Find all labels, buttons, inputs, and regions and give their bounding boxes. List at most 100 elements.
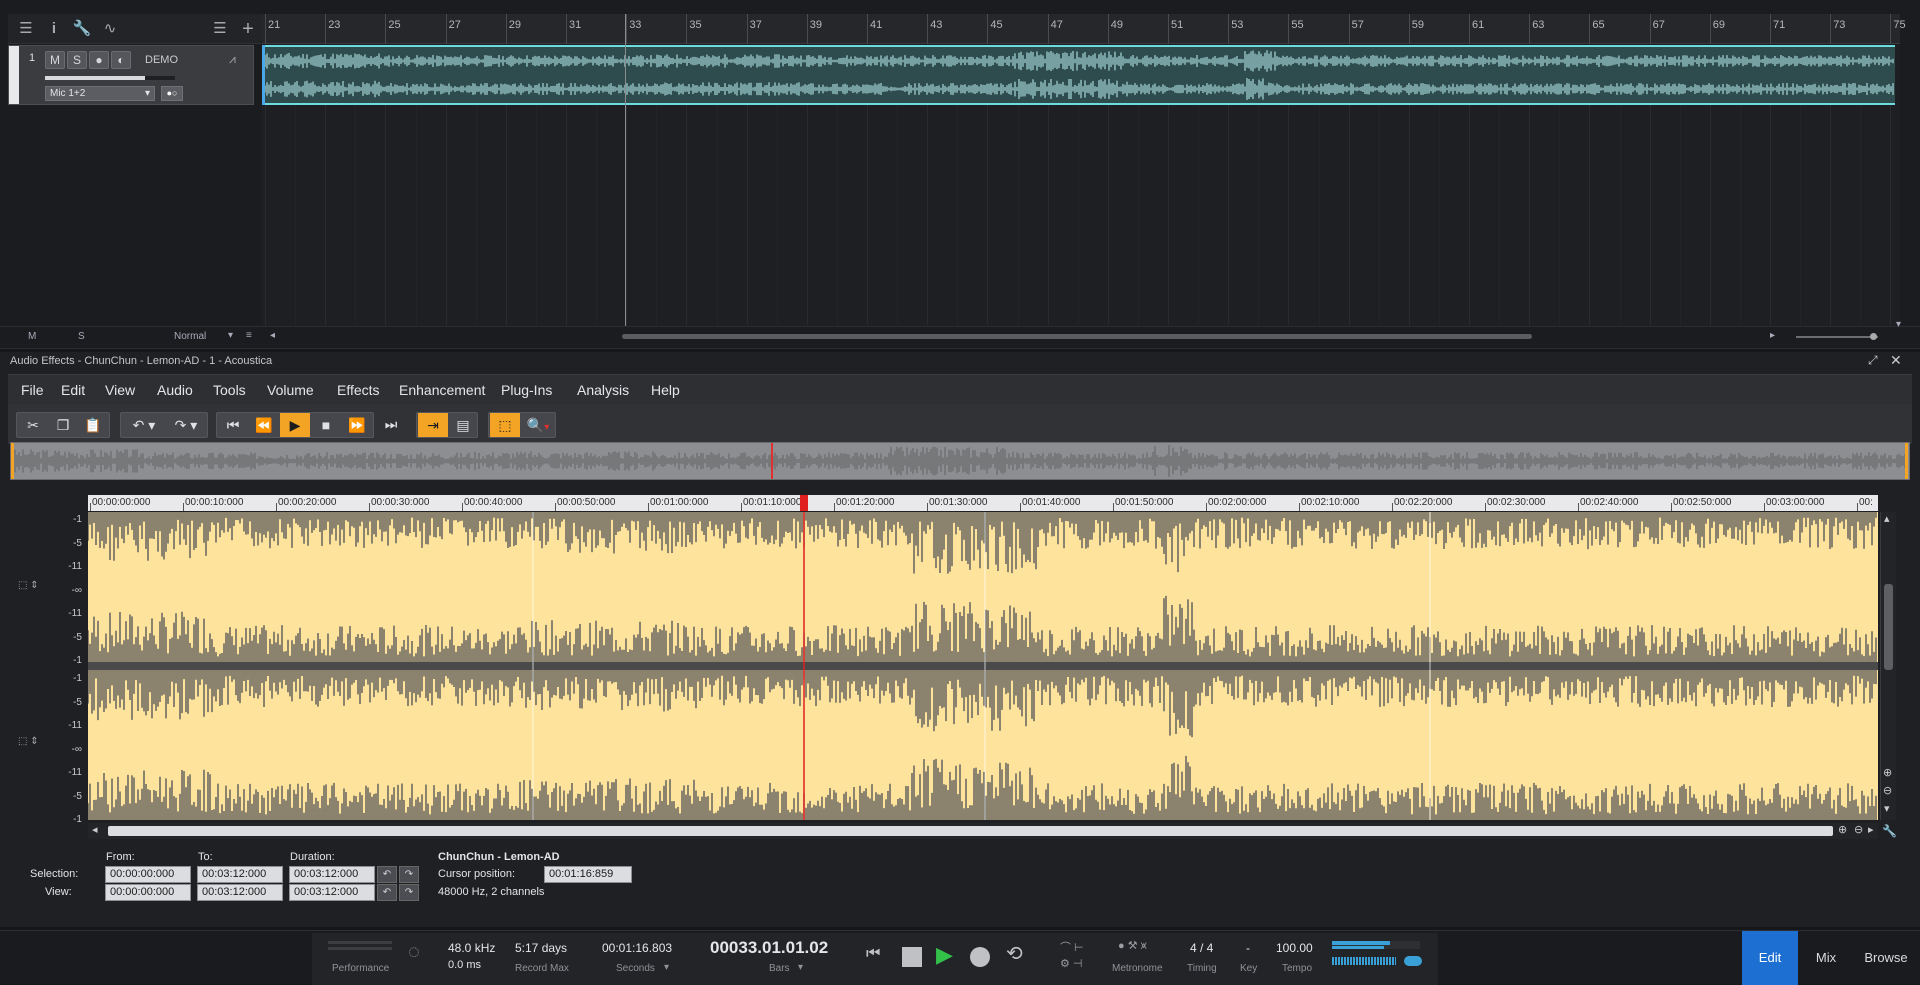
audio-clip[interactable] bbox=[265, 45, 1895, 105]
nav-edit[interactable]: Edit bbox=[1742, 931, 1798, 985]
menu-plugins[interactable]: Plug-Ins bbox=[501, 382, 552, 398]
scroll-down-icon[interactable]: ▾ bbox=[1884, 802, 1890, 815]
return-to-start-icon[interactable]: ⏮ bbox=[866, 945, 880, 963]
scroll-right-icon[interactable]: ▸ bbox=[1868, 823, 1874, 836]
selection-to-field[interactable]: 00:03:12:000 bbox=[197, 866, 283, 883]
metronome-icon[interactable]: ● ⚒ ⩙ bbox=[1118, 939, 1147, 953]
master-volume-slider[interactable] bbox=[1332, 957, 1396, 965]
menu-analysis[interactable]: Analysis bbox=[577, 382, 629, 398]
key-label[interactable]: Key bbox=[1240, 963, 1257, 974]
menu-enhancement[interactable]: Enhancement bbox=[399, 382, 485, 398]
mute-button[interactable]: M bbox=[45, 51, 65, 69]
solo-button[interactable]: S bbox=[67, 51, 87, 69]
selection-redo-button[interactable]: ↷ bbox=[399, 866, 419, 883]
mode-select[interactable]: Normal bbox=[174, 331, 206, 342]
go-to-end-icon[interactable]: ⏭ bbox=[376, 412, 406, 436]
redo-icon[interactable]: ↷ ▾ bbox=[165, 413, 207, 437]
horizontal-scrollbar[interactable] bbox=[622, 334, 1532, 339]
scroll-up-icon[interactable]: ▴ bbox=[1884, 512, 1890, 525]
waveform-editor[interactable] bbox=[88, 512, 1878, 820]
chevron-down-icon[interactable]: ▾ bbox=[664, 962, 669, 973]
view-duration-field[interactable]: 00:03:12:000 bbox=[289, 884, 375, 901]
zoom-in-icon[interactable]: ⊕ bbox=[1883, 766, 1892, 779]
zoom-out-icon[interactable]: ⊖ bbox=[1883, 784, 1892, 797]
close-icon[interactable]: ✕ bbox=[1890, 352, 1902, 369]
menu-icon[interactable]: ☰ bbox=[16, 19, 36, 39]
stop-icon[interactable]: ■ bbox=[311, 413, 341, 437]
loop-icon[interactable]: ⟲ bbox=[1006, 941, 1023, 966]
waveform-icon[interactable]: ⩘ bbox=[229, 52, 236, 67]
master-mute[interactable]: M bbox=[28, 331, 36, 342]
zoom-out-icon[interactable]: ⊖ bbox=[1854, 823, 1863, 836]
precount-icon[interactable]: ⌒ ⊢ bbox=[1060, 939, 1084, 955]
metronome-label[interactable]: Metronome bbox=[1112, 963, 1163, 974]
go-to-start-icon[interactable]: ⏮ bbox=[218, 413, 248, 437]
nav-mix[interactable]: Mix bbox=[1798, 931, 1854, 985]
stop-button[interactable] bbox=[902, 947, 922, 967]
scroll-left-icon[interactable]: ◂ bbox=[92, 823, 98, 836]
view-from-field[interactable]: 00:00:00:000 bbox=[105, 884, 191, 901]
play-icon[interactable]: ▶ bbox=[280, 413, 310, 437]
rewind-icon[interactable]: ⏪ bbox=[249, 413, 279, 437]
volume-slider[interactable] bbox=[45, 76, 175, 80]
paste-icon[interactable]: 📋 bbox=[78, 413, 108, 437]
settings-icon[interactable]: ⚙ ⊣ bbox=[1060, 957, 1083, 970]
chevron-down-icon[interactable]: ▾ bbox=[228, 330, 233, 341]
vertical-scrollbar[interactable]: ▴ ⊕ ⊖ ▾ bbox=[1880, 512, 1896, 820]
menu-edit[interactable]: Edit bbox=[61, 382, 85, 398]
channel-2-toggle[interactable]: ⬚ ⇕ bbox=[18, 736, 46, 752]
nav-browse[interactable]: Browse bbox=[1856, 931, 1916, 985]
scroll-down-icon[interactable]: ▾ bbox=[1896, 319, 1901, 330]
menu-help[interactable]: Help bbox=[651, 382, 680, 398]
record-button[interactable] bbox=[970, 947, 990, 967]
input-select[interactable]: Mic 1+2 ▾ bbox=[45, 86, 155, 101]
seconds-label[interactable]: Seconds bbox=[616, 963, 655, 974]
selection-duration-field[interactable]: 00:03:12:000 bbox=[289, 866, 375, 883]
follow-playback-icon[interactable]: ⇥ bbox=[418, 413, 448, 437]
waveform-overview[interactable] bbox=[10, 442, 1910, 480]
menu-effects[interactable]: Effects bbox=[337, 382, 380, 398]
menu-volume[interactable]: Volume bbox=[267, 382, 314, 398]
fx-toggle[interactable]: ●○ bbox=[161, 86, 183, 101]
info-icon[interactable]: i bbox=[44, 19, 64, 39]
spectrum-view-icon[interactable]: ▤ bbox=[448, 413, 478, 437]
timing-value[interactable]: 4 / 4 bbox=[1190, 941, 1213, 955]
track-header[interactable]: 1 M S ● ◐ DEMO ⩘ Mic 1+2 ▾ ●○ bbox=[8, 45, 254, 105]
selection-from-field[interactable]: 00:00:00:000 bbox=[105, 866, 191, 883]
record-arm-button[interactable]: ● bbox=[89, 51, 109, 69]
timing-label[interactable]: Timing bbox=[1187, 963, 1217, 974]
track-lanes[interactable] bbox=[262, 14, 1900, 330]
seconds-value[interactable]: 00:01:16.803 bbox=[602, 941, 672, 955]
automation-icon[interactable]: ∿ bbox=[100, 19, 120, 39]
zoom-tool-icon[interactable]: 🔍▾ bbox=[520, 413, 556, 437]
select-tool-icon[interactable]: ⬚ bbox=[490, 413, 520, 437]
key-value[interactable]: - bbox=[1246, 941, 1250, 955]
scroll-left-icon[interactable]: ◂ bbox=[270, 330, 275, 341]
vertical-scroll-thumb[interactable] bbox=[1884, 584, 1893, 670]
play-button[interactable]: ▶ bbox=[936, 942, 953, 968]
overview-right-handle[interactable] bbox=[1905, 443, 1908, 479]
cursor-marker[interactable] bbox=[800, 495, 808, 511]
list-icon[interactable]: ☰ bbox=[210, 19, 230, 39]
copy-icon[interactable]: ❐ bbox=[48, 413, 78, 437]
selection-undo-button[interactable]: ↶ bbox=[377, 866, 397, 883]
view-undo-button[interactable]: ↶ bbox=[377, 884, 397, 901]
view-to-field[interactable]: 00:03:12:000 bbox=[197, 884, 283, 901]
bar-ruler[interactable]: 21 23 25 27 29 31 33 35 37 39 41 43 45 47 49 51 53 55 57 59… bbox=[262, 14, 1906, 44]
tempo-label[interactable]: Tempo bbox=[1282, 963, 1312, 974]
bars-value[interactable]: 00033.01.01.02 bbox=[710, 938, 828, 958]
menu-file[interactable]: File bbox=[21, 382, 44, 398]
add-track-icon[interactable]: + bbox=[238, 19, 258, 39]
undo-icon[interactable]: ↶ ▾ bbox=[123, 413, 165, 437]
time-ruler[interactable]: 00:00:00:000 00:00:10:000 00:00:20:000 00:0… bbox=[88, 495, 1878, 511]
menu-view[interactable]: View bbox=[105, 382, 135, 398]
cursor-position-field[interactable]: 00:01:16:859 bbox=[544, 866, 632, 883]
list-icon[interactable]: ≡ bbox=[246, 330, 252, 341]
wrench-icon[interactable]: 🔧 bbox=[72, 19, 92, 39]
track-name[interactable]: DEMO bbox=[145, 54, 178, 66]
zoom-in-icon[interactable]: ⊕ bbox=[1838, 823, 1847, 836]
expand-icon[interactable]: ⤢ bbox=[1868, 353, 1878, 368]
zoom-slider[interactable] bbox=[1796, 333, 1878, 340]
master-toggle[interactable] bbox=[1404, 956, 1422, 966]
performance-label[interactable]: Performance bbox=[332, 963, 389, 974]
